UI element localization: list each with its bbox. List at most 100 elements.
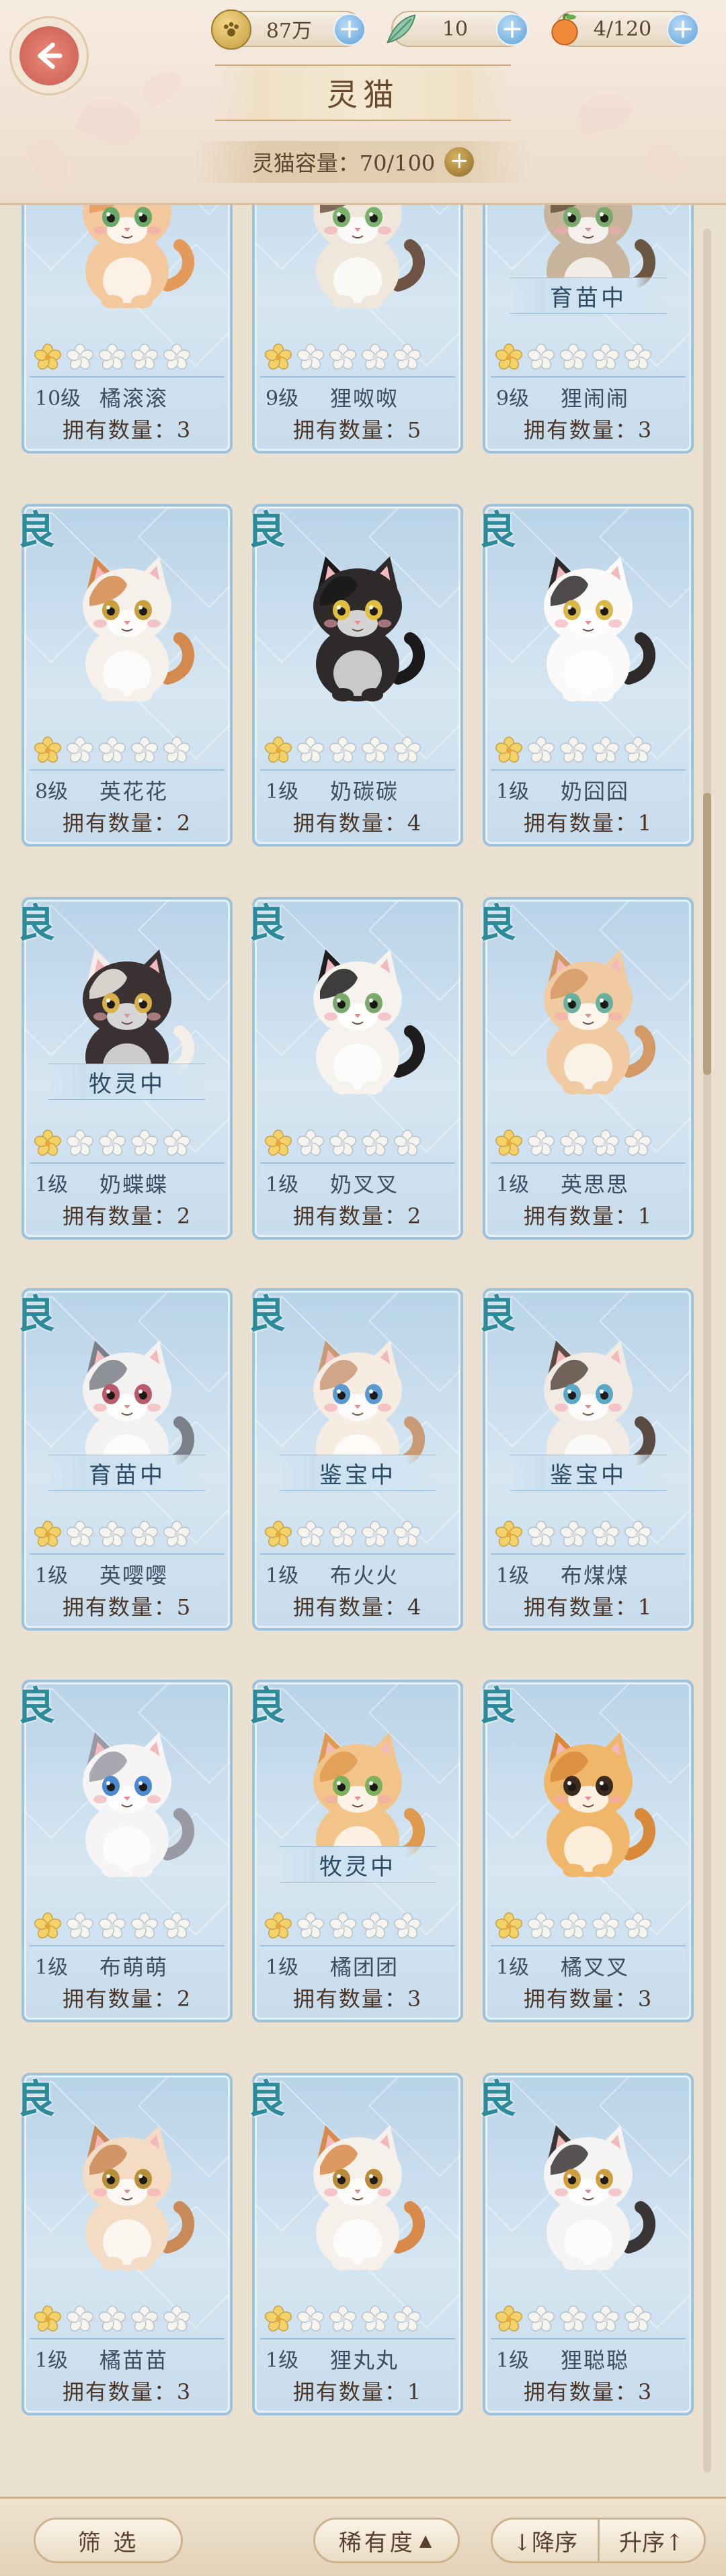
cat-card[interactable]: 良牧灵中 1级 橘团团 拥有数量：3 <box>247 1680 463 2022</box>
star-empty-icon <box>66 343 94 372</box>
rarity-badge: 良 <box>16 507 56 553</box>
star-filled-icon <box>34 1520 62 1549</box>
back-button[interactable] <box>9 16 89 95</box>
cat-name: 英思思 <box>561 1172 630 1197</box>
rarity-badge: 良 <box>247 2076 286 2122</box>
cat-level: 1级 <box>35 1173 69 1197</box>
cat-card[interactable]: 良 1级 奶囧囧 拥有数量：1 <box>477 504 694 847</box>
owned-count: 拥有数量：3 <box>62 417 192 443</box>
star-empty-icon <box>163 2305 191 2333</box>
star-empty-icon <box>98 736 126 765</box>
cat-card[interactable]: 良鉴宝中 1级 布煤煤 拥有数量：1 <box>477 1288 694 1631</box>
star-empty-icon <box>296 1912 325 1940</box>
star-empty-icon <box>98 1129 126 1158</box>
resource-feather: 10 + <box>387 11 528 47</box>
cat-card[interactable]: 良 8级 英花花 拥有数量：2 <box>16 504 233 847</box>
sort-descending-button[interactable]: ↓降序 <box>493 2520 600 2561</box>
cat-portrait <box>544 2125 655 2270</box>
star-empty-icon <box>98 343 126 372</box>
cat-card[interactable]: 良鉴宝中 1级 布火火 拥有数量：4 <box>247 1288 463 1631</box>
cat-card[interactable]: 9级 狸呶呶 拥有数量：5 <box>252 205 463 454</box>
cat-card[interactable]: 良育苗中 1级 英嘤嘤 拥有数量：5 <box>16 1288 233 1631</box>
add-coins-button[interactable]: + <box>333 13 366 46</box>
rarity-badge: 良 <box>477 507 517 553</box>
star-empty-icon <box>66 2305 94 2333</box>
star-empty-icon <box>296 1129 325 1158</box>
star-empty-icon <box>527 2305 555 2333</box>
page-title: 灵猫 <box>327 77 399 113</box>
sort-dropdown[interactable]: 稀有度 ▲ <box>313 2518 460 2563</box>
scrollbar-thumb[interactable] <box>703 793 711 1075</box>
sort-label: 稀有度 <box>338 2529 415 2557</box>
star-empty-icon <box>66 1912 94 1940</box>
star-empty-icon <box>592 736 620 765</box>
cat-level: 1级 <box>496 1956 530 1979</box>
star-empty-icon <box>329 2305 357 2333</box>
cat-card[interactable]: 良 1级 奶叉叉 拥有数量：2 <box>247 897 463 1240</box>
cat-card[interactable]: 良 1级 橘苗苗 拥有数量：3 <box>16 2073 233 2415</box>
add-feather-button[interactable]: + <box>496 13 528 46</box>
star-empty-icon <box>130 736 159 765</box>
filter-label: 筛 选 <box>77 2529 139 2557</box>
star-filled-icon <box>495 1520 523 1549</box>
cat-name: 奶碳碳 <box>330 779 399 804</box>
star-empty-icon <box>163 1520 191 1549</box>
cat-level: 1级 <box>496 2349 530 2372</box>
star-filled-icon <box>264 736 292 765</box>
star-empty-icon <box>527 1129 555 1158</box>
cat-portrait <box>313 949 425 1094</box>
star-empty-icon <box>527 736 555 765</box>
star-empty-icon <box>592 1129 620 1158</box>
owned-count: 拥有数量：5 <box>62 1594 192 1620</box>
cat-name: 奶蝶蝶 <box>99 1172 169 1197</box>
cat-level: 1级 <box>496 780 530 804</box>
expand-capacity-button[interactable]: + <box>444 147 475 177</box>
cat-name: 橘苗苗 <box>99 2348 169 2373</box>
cat-card[interactable]: 良牧灵中 1级 奶蝶蝶 拥有数量：2 <box>16 897 233 1240</box>
cat-name: 英嘤嘤 <box>99 1563 169 1588</box>
star-empty-icon <box>624 343 652 372</box>
star-empty-icon <box>296 736 325 765</box>
cat-card[interactable]: 良 1级 橘叉叉 拥有数量：3 <box>477 1680 694 2022</box>
orange-fruit-icon <box>544 9 585 50</box>
owned-count: 拥有数量：3 <box>523 2379 653 2405</box>
cat-card[interactable]: 良 1级 狸聪聪 拥有数量：3 <box>477 2073 694 2415</box>
star-rating <box>264 736 421 765</box>
level-bar: 1级 布煤煤 <box>491 1553 686 1588</box>
star-empty-icon <box>130 1520 159 1549</box>
cat-card[interactable]: 育苗中 9级 狸闹闹 拥有数量：3 <box>483 205 694 454</box>
owned-count: 拥有数量：2 <box>62 1986 192 2012</box>
cat-card[interactable]: 良 1级 布萌萌 拥有数量：2 <box>16 1680 233 2022</box>
sort-ascending-button[interactable]: 升序↑ <box>600 2520 704 2561</box>
star-rating <box>34 343 191 372</box>
cat-level: 1级 <box>35 1564 69 1588</box>
star-empty-icon <box>329 1520 357 1549</box>
star-empty-icon <box>329 343 357 372</box>
cat-status-banner: 育苗中 <box>48 1455 206 1491</box>
cat-card[interactable]: 10级 橘滚滚 拥有数量：3 <box>22 205 233 454</box>
top-bar: 87万 + 10 + 4/120 + 灵猫 灵猫容量：70/100 + <box>0 0 726 205</box>
star-empty-icon <box>559 1129 588 1158</box>
cat-card[interactable]: 良 1级 狸丸丸 拥有数量：1 <box>247 2073 463 2415</box>
star-empty-icon <box>66 1129 94 1158</box>
star-filled-icon <box>264 1912 292 1940</box>
level-bar: 9级 狸闹闹 <box>491 376 686 411</box>
star-empty-icon <box>592 2305 620 2333</box>
level-bar: 1级 奶囧囧 <box>491 769 686 804</box>
star-rating <box>495 2305 652 2333</box>
cat-level: 1级 <box>496 1564 530 1588</box>
star-empty-icon <box>361 343 389 372</box>
scrollbar-track[interactable] <box>703 228 711 2473</box>
level-bar: 1级 英嘤嘤 <box>30 1553 225 1588</box>
add-fruit-button[interactable]: + <box>667 13 699 46</box>
cat-card[interactable]: 良 1级 奶碳碳 拥有数量：4 <box>247 504 463 847</box>
cat-portrait <box>544 949 655 1094</box>
star-rating <box>34 2305 191 2333</box>
cat-card[interactable]: 良 1级 英思思 拥有数量：1 <box>477 897 694 1240</box>
cat-name: 狸丸丸 <box>330 2348 399 2373</box>
star-empty-icon <box>393 1520 421 1549</box>
filter-button[interactable]: 筛 选 <box>34 2518 183 2563</box>
cat-portrait <box>83 2125 194 2270</box>
level-bar: 9级 狸呶呶 <box>260 376 455 411</box>
cat-level: 1级 <box>35 1956 69 1979</box>
